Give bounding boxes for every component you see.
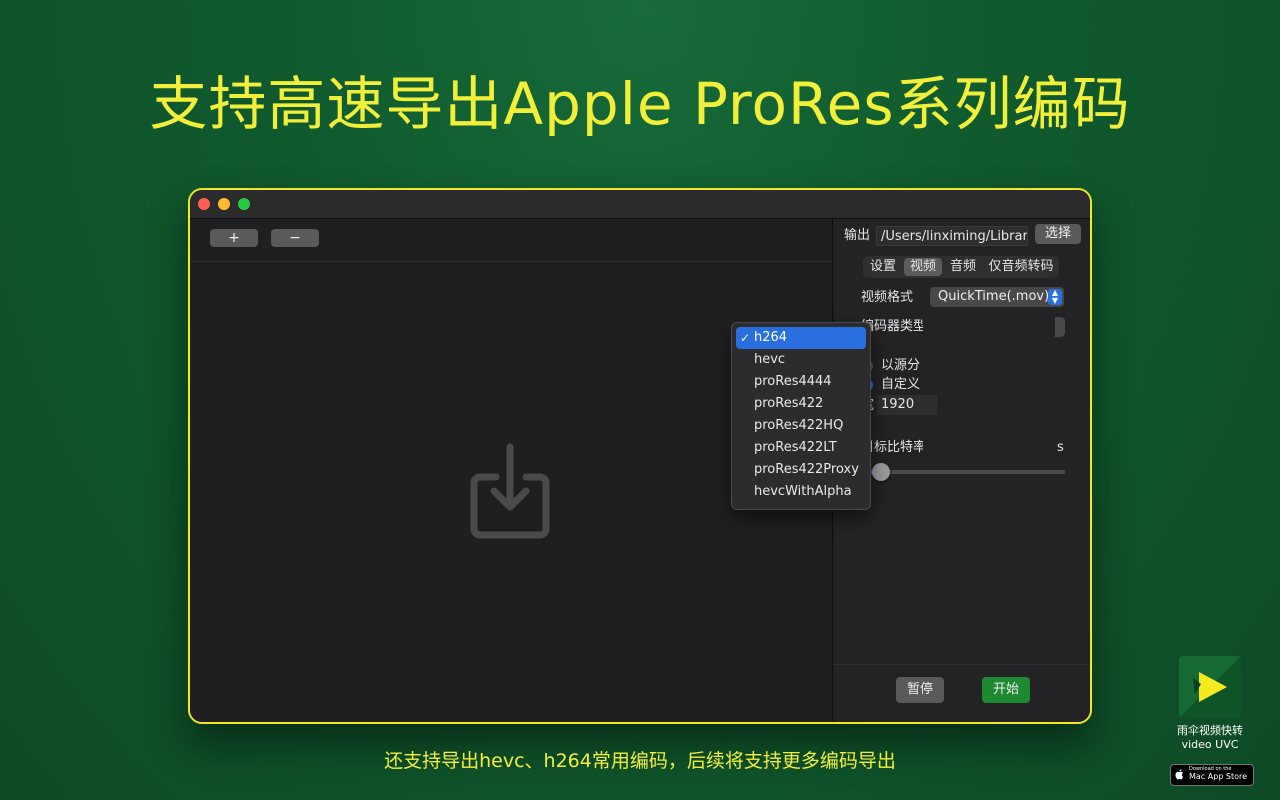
encoder-option-prores422[interactable]: proRes422 (736, 393, 866, 415)
mac-app-store-badge[interactable]: Download on the Mac App Store (1170, 764, 1254, 786)
width-field[interactable]: 1920 (877, 395, 937, 415)
settings-pane: 输出 /Users/linximing/Library/C 选择 设置 视频 音… (833, 219, 1090, 722)
settings-tabs: 设置 视频 音频 仅音频转码 (863, 256, 1059, 278)
titlebar (190, 190, 1090, 219)
tab-audio-only[interactable]: 仅音频转码 (985, 258, 1057, 276)
encoder-option-prores4444[interactable]: proRes4444 (736, 371, 866, 393)
encoder-option-h264[interactable]: ✓ h264 (736, 327, 866, 349)
start-button[interactable]: 开始 (982, 677, 1030, 703)
encoder-option-label: proRes422 (754, 396, 824, 411)
encoder-option-prores422proxy[interactable]: proRes422Proxy (736, 459, 866, 481)
close-window-button[interactable] (198, 198, 210, 210)
subline: 还支持导出hevc、h264常用编码，后续将支持更多编码导出 (384, 750, 896, 772)
encoder-option-label: hevcWithAlpha (754, 484, 852, 499)
tab-settings[interactable]: 设置 (865, 258, 901, 276)
encoder-option-label: proRes4444 (754, 374, 832, 389)
output-label: 输出 (844, 228, 871, 243)
bitrate-unit-label: s (1057, 440, 1064, 455)
file-toolbar: + − (190, 219, 832, 262)
app-name: 雨伞视频快转 (1177, 724, 1243, 737)
minimize-window-button[interactable] (218, 198, 230, 210)
encoder-option-prores422hq[interactable]: proRes422HQ (736, 415, 866, 437)
encoder-type-menu: ✓ h264 hevc proRes4444 proRes422 proRes422HQ p… (731, 322, 871, 510)
bitrate-slider-track[interactable] (861, 470, 1065, 474)
encoder-option-hevcwithalpha[interactable]: hevcWithAlpha (736, 481, 866, 503)
encoder-option-label: proRes422LT (754, 440, 837, 455)
app-badge: 雨伞视频快转 video UVC Download on the Mac App… (1170, 656, 1254, 788)
choose-output-button[interactable]: 选择 (1035, 224, 1081, 244)
video-format-value: QuickTime(.mov) (938, 289, 1050, 304)
store-big-text: Mac App Store (1189, 772, 1248, 781)
app-window: + − 输出 /Users/linximing/Library/C 选择 设置 … (188, 188, 1092, 724)
encoder-option-label: hevc (754, 352, 786, 367)
add-file-button[interactable]: + (210, 229, 258, 247)
play-icon (1179, 656, 1241, 718)
pause-button[interactable]: 暂停 (896, 677, 944, 703)
output-path-field[interactable]: /Users/linximing/Library/C (876, 226, 1028, 246)
app-icon (1179, 656, 1241, 718)
size-custom-label: 自定义 (881, 377, 921, 392)
encoder-option-prores422lt[interactable]: proRes422LT (736, 437, 866, 459)
encoder-option-label: proRes422Proxy (754, 462, 859, 477)
encoder-type-select[interactable] (1055, 317, 1065, 337)
app-subtitle: video UVC (1181, 738, 1239, 751)
encoder-option-hevc[interactable]: hevc (736, 349, 866, 371)
tab-audio[interactable]: 音频 (945, 258, 981, 276)
remove-file-button[interactable]: − (271, 229, 319, 247)
tab-video[interactable]: 视频 (904, 258, 942, 276)
headline: 支持高速导出Apple ProRes系列编码 (149, 70, 1131, 138)
import-drop-icon (470, 443, 550, 539)
zoom-window-button[interactable] (238, 198, 250, 210)
action-bar: 暂停 开始 (833, 664, 1090, 722)
checkmark-icon: ✓ (740, 331, 751, 345)
video-format-select[interactable]: QuickTime(.mov) ▲ ▼ (930, 287, 1064, 307)
encoder-option-label: proRes422HQ (754, 418, 844, 433)
video-format-label: 视频格式 (861, 290, 914, 305)
encoder-option-label: h264 (754, 330, 788, 345)
bitrate-slider-knob[interactable] (872, 463, 891, 481)
size-source-label: 以源分 (881, 358, 921, 373)
apple-logo-icon (1175, 769, 1183, 780)
chevron-updown-icon: ▲ ▼ (1048, 289, 1062, 305)
